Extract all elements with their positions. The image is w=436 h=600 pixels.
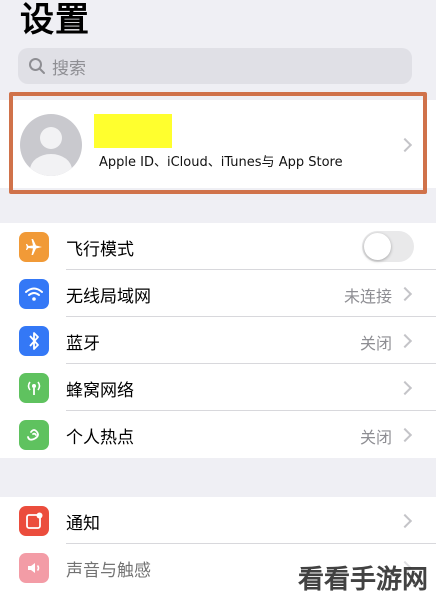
row-label: 无线局域网	[66, 287, 151, 307]
settings-row-wifi[interactable]: 无线局域网 未连接	[0, 270, 436, 317]
wifi-icon	[19, 279, 49, 309]
watermark-text: 看看手游网	[297, 565, 428, 595]
apple-id-subtitle: Apple ID、iCloud、iTunes与 App Store	[99, 155, 343, 170]
chevron-right-icon	[397, 333, 413, 349]
row-label: 个人热点	[66, 428, 134, 448]
notifications-icon	[19, 506, 49, 536]
airplane-icon	[19, 232, 49, 262]
chevron-right-icon	[397, 286, 413, 302]
row-label: 通知	[66, 514, 100, 534]
page-title: 设置	[20, 0, 90, 40]
search-placeholder: 搜索	[52, 58, 86, 79]
search-icon	[28, 57, 46, 75]
connectivity-group: 飞行模式 无线局域网 未连接 蓝牙 关闭 蜂窝网络 个人热点 关闭	[0, 223, 436, 458]
row-value: 未连接	[343, 287, 392, 306]
avatar	[20, 114, 82, 176]
chevron-right-icon	[397, 513, 413, 529]
bluetooth-icon	[19, 326, 49, 356]
settings-row-cellular[interactable]: 蜂窝网络	[0, 364, 436, 411]
settings-row-bluetooth[interactable]: 蓝牙 关闭	[0, 317, 436, 364]
row-value: 关闭	[359, 334, 392, 353]
sound-icon	[19, 553, 49, 583]
row-label: 蜂窝网络	[66, 381, 134, 401]
settings-row-hotspot[interactable]: 个人热点 关闭	[0, 411, 436, 458]
airplane-toggle[interactable]	[362, 231, 414, 262]
chevron-right-icon	[397, 427, 413, 443]
row-label: 声音与触感	[66, 561, 151, 581]
redacted-name	[94, 114, 172, 148]
row-label: 蓝牙	[66, 334, 100, 354]
settings-row-notifications[interactable]: 通知	[0, 497, 436, 544]
apple-id-row[interactable]: Apple ID、iCloud、iTunes与 App Store	[0, 100, 436, 188]
search-field[interactable]: 搜索	[18, 48, 412, 84]
row-label: 飞行模式	[66, 240, 134, 260]
row-value: 关闭	[359, 428, 392, 447]
chevron-right-icon	[397, 137, 413, 153]
hotspot-icon	[19, 420, 49, 450]
chevron-right-icon	[397, 380, 413, 396]
cellular-icon	[19, 373, 49, 403]
toggle-knob	[364, 233, 391, 260]
settings-row-airplane[interactable]: 飞行模式	[0, 223, 436, 270]
